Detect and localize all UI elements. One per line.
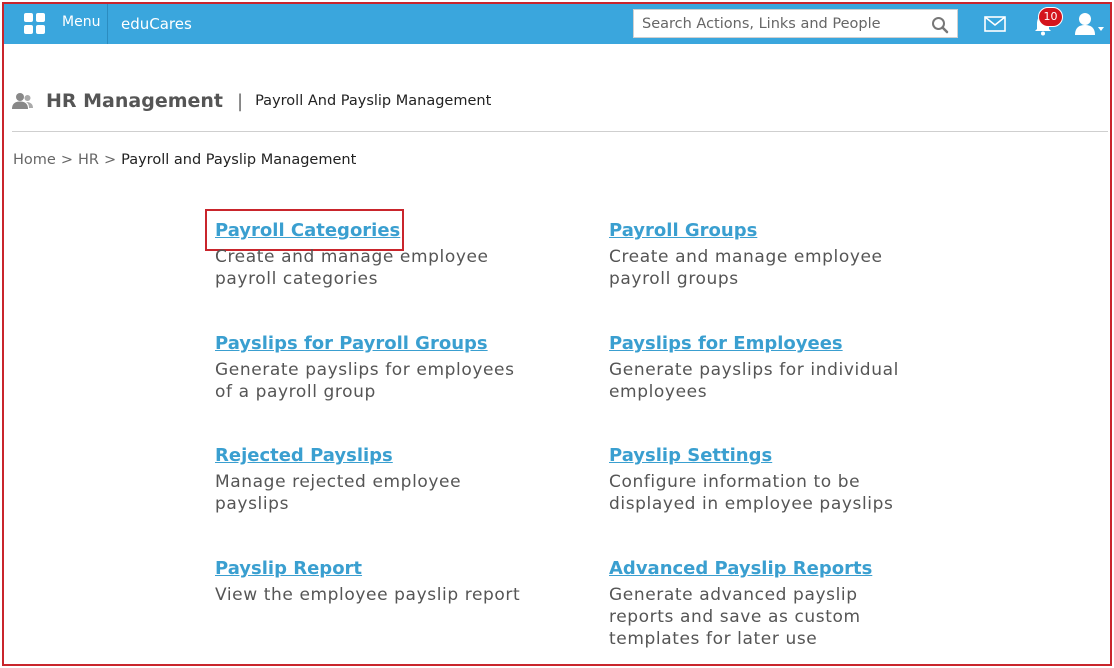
card-description: Generate payslips for individual employe… (609, 360, 899, 402)
payslips-payroll-groups-link[interactable]: Payslips for Payroll Groups (215, 333, 488, 355)
page-subtitle: Payroll And Payslip Management (255, 93, 492, 109)
breadcrumb-separator: > (60, 152, 73, 168)
card-description: Generate advanced payslip reports and sa… (609, 585, 861, 649)
brand-name[interactable]: eduCares (121, 15, 192, 33)
card-description: Manage rejected employee payslips (215, 472, 462, 514)
menu-button[interactable]: Menu (12, 4, 108, 44)
page-frame: Menu eduCares 10 (2, 2, 1112, 666)
breadcrumb-home[interactable]: Home (13, 152, 56, 168)
card-description: View the employee payslip report (215, 585, 521, 605)
card-description: Create and manage employee payroll group… (609, 247, 883, 289)
card-description: Create and manage employee payroll categ… (215, 247, 489, 289)
advanced-payslip-reports-link[interactable]: Advanced Payslip Reports (609, 558, 872, 580)
card-payroll-categories: Payroll Categories Create and manage emp… (215, 220, 515, 290)
user-menu-icon[interactable] (1074, 12, 1106, 36)
people-icon (12, 93, 33, 109)
card-rejected-payslips: Rejected Payslips Manage rejected employ… (215, 445, 515, 515)
breadcrumb-current: Payroll and Payslip Management (121, 152, 357, 168)
mail-icon[interactable] (984, 16, 1006, 32)
search-icon[interactable] (931, 16, 949, 34)
page-title: HR Management (46, 90, 224, 112)
card-payslip-report: Payslip Report View the employee payslip… (215, 558, 535, 606)
header-divider (12, 131, 1108, 132)
search-input[interactable] (634, 10, 924, 37)
card-description: Configure information to be displayed in… (609, 472, 894, 514)
payslip-settings-link[interactable]: Payslip Settings (609, 445, 772, 467)
card-payslips-employees: Payslips for Employees Generate payslips… (609, 333, 909, 403)
payroll-groups-link[interactable]: Payroll Groups (609, 220, 757, 242)
search-box (633, 9, 958, 38)
apps-grid-icon (24, 13, 46, 35)
breadcrumb-hr[interactable]: HR (78, 152, 99, 168)
page-header: HR Management | Payroll And Payslip Mana… (12, 86, 491, 116)
breadcrumb: Home > HR > Payroll and Payslip Management (13, 152, 356, 168)
rejected-payslips-link[interactable]: Rejected Payslips (215, 445, 393, 467)
top-bar: Menu eduCares 10 (4, 4, 1110, 44)
payslips-employees-link[interactable]: Payslips for Employees (609, 333, 843, 355)
card-payslip-settings: Payslip Settings Configure information t… (609, 445, 909, 515)
card-advanced-payslip-reports: Advanced Payslip Reports Generate advanc… (609, 558, 879, 650)
card-payroll-groups: Payroll Groups Create and manage employe… (609, 220, 909, 290)
menu-label: Menu (62, 14, 101, 30)
title-separator: | (237, 90, 244, 112)
payslip-report-link[interactable]: Payslip Report (215, 558, 362, 580)
payroll-categories-link[interactable]: Payroll Categories (215, 220, 400, 242)
card-payslips-payroll-groups: Payslips for Payroll Groups Generate pay… (215, 333, 525, 403)
notification-badge: 10 (1038, 7, 1063, 27)
card-description: Generate payslips for employees of a pay… (215, 360, 515, 402)
breadcrumb-separator: > (103, 152, 117, 168)
